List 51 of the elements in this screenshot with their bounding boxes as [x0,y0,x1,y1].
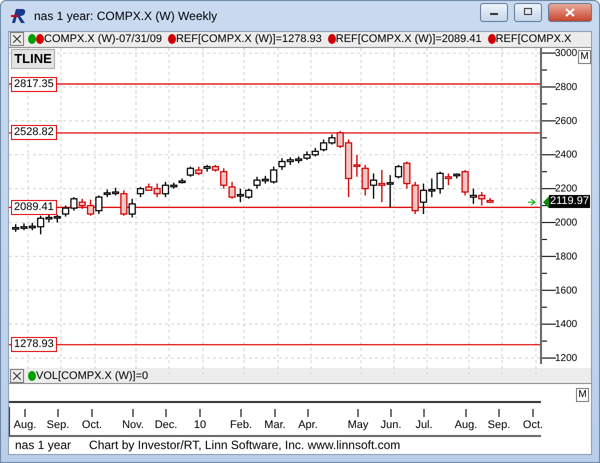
tline-button[interactable]: TLINE [11,48,55,69]
credit-text: Chart by Investor/RT, Linn Software, Inc. www.linnsoft.com [89,438,400,452]
axis-label: 2000 [555,217,578,228]
date-label: Jun. [380,419,402,432]
axis-label: 3000 [555,48,578,59]
legend-label: REF[COMPX.X (W)]=1278.93 [176,33,322,46]
close-pane-button[interactable] [10,368,24,383]
close-icon [565,8,575,16]
date-label: Jul. [415,419,433,432]
legend-label: REF[COMPX.X (W)]=2089.41 [336,33,482,46]
date-label: Oct. [82,419,102,432]
legend-label: COMPX.X (W)-07/31/09 [44,33,162,46]
date-label: Apr. [298,419,318,432]
axis-label: 2600 [555,115,578,126]
scale-button[interactable]: M [576,388,589,402]
legend-label: VOL[COMPX.X (W)]=0 [36,370,148,382]
chart-name: nas 1 year [15,438,72,452]
date-label: May [348,419,368,432]
date-label: Feb. [230,419,252,432]
price-pointer-icon [543,196,549,208]
axis-label: 1800 [555,251,578,262]
reference-label: 2089.41 [11,200,57,215]
scale-button[interactable]: M [578,50,591,64]
axis-label: 1400 [555,318,578,330]
date-label: Aug. [14,419,36,432]
app-logo-icon [10,7,28,25]
date-label: Sep. [46,419,70,432]
axis-label: 1600 [555,284,578,296]
date-label: Oct. [522,419,544,432]
close-button[interactable] [548,2,592,22]
date-label: 10 [194,419,206,432]
axis-label: 2400 [555,149,578,160]
legend-label: REF[COMPX.X [496,33,572,46]
minimize-button[interactable] [480,2,508,22]
axis-label: 2800 [555,82,578,93]
date-label: Nov. [122,419,144,432]
axis-label: 1200 [555,352,578,364]
date-label: Sep. [488,419,510,432]
reference-label: 2528.82 [11,125,57,140]
maximize-button[interactable] [514,2,542,22]
close-pane-button[interactable] [10,32,24,46]
axis-label: 2200 [555,183,578,194]
date-label: Dec. [154,419,178,432]
current-price-label: 2119.97 [549,194,590,208]
reference-label: 1278.93 [11,337,57,352]
date-label: Mar. [264,419,286,432]
reference-label: 2817.35 [11,76,57,92]
maximize-icon [523,8,533,16]
price-marker-icon [528,198,536,206]
window-title: nas 1 year: COMPX.X (W) Weekly [34,9,218,23]
date-label: Aug. [454,419,478,432]
